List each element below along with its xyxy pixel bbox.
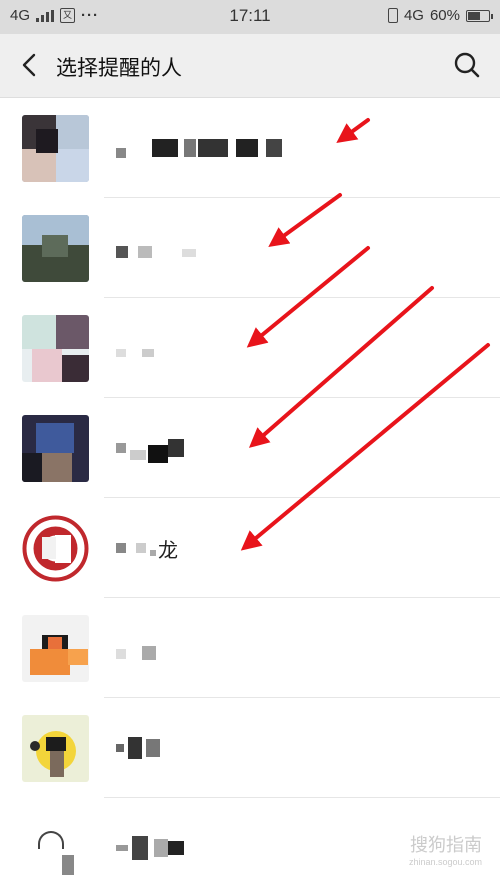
watermark-title: 搜狗指南 — [410, 835, 482, 855]
contact-name: 龙 — [116, 534, 178, 562]
logo-icon — [22, 515, 89, 582]
contact-row[interactable] — [0, 98, 500, 198]
contact-name — [116, 434, 184, 463]
contact-row[interactable] — [0, 198, 500, 298]
contact-name — [116, 234, 196, 262]
contact-row[interactable]: 龙 — [0, 498, 500, 598]
status-right: 4G 60% — [387, 7, 493, 24]
back-button[interactable] — [14, 48, 48, 82]
avatar — [22, 815, 89, 882]
avatar — [22, 415, 89, 482]
network-type-right: 4G — [403, 7, 424, 24]
search-icon — [454, 52, 480, 78]
avatar — [22, 315, 89, 382]
battery-fill — [468, 11, 480, 20]
contact-name — [116, 334, 154, 362]
nav-bar: 选择提醒的人 — [0, 34, 500, 98]
contact-name — [116, 634, 156, 662]
contact-name — [116, 734, 160, 762]
contact-name-text: 龙 — [158, 539, 178, 562]
avatar — [22, 115, 89, 182]
avatar — [22, 715, 89, 782]
search-button[interactable] — [450, 48, 484, 82]
page-title: 选择提醒的人 — [56, 57, 182, 80]
contact-row[interactable] — [0, 298, 500, 398]
contact-name — [116, 134, 282, 162]
chevron-left-icon — [22, 53, 36, 77]
contact-row[interactable] — [0, 398, 500, 498]
battery-percent: 60% — [429, 7, 460, 24]
vibrate-icon — [387, 8, 398, 23]
battery-icon — [466, 9, 493, 22]
avatar — [22, 515, 89, 582]
avatar — [22, 215, 89, 282]
status-bar: 4G 又 ··· 17:11 4G 60% — [0, 0, 500, 34]
contact-row[interactable] — [0, 598, 500, 698]
contact-list: 龙 — [0, 98, 500, 889]
watermark: 搜狗指南 zhinan.sogou.com — [409, 831, 482, 867]
contact-name — [116, 834, 184, 862]
avatar — [22, 615, 89, 682]
contact-row[interactable] — [0, 698, 500, 798]
watermark-url: zhinan.sogou.com — [408, 857, 482, 867]
